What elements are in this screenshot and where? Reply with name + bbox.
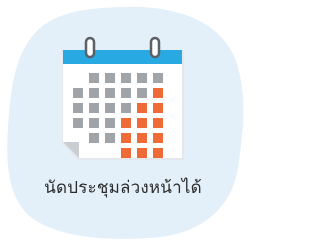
day-cell: [73, 118, 83, 128]
day-cell: [73, 103, 83, 113]
highlighted-day-cell: [153, 88, 163, 98]
day-cell: [153, 73, 163, 83]
highlighted-day-cell: [137, 148, 147, 158]
day-cell: [89, 73, 99, 83]
highlighted-day-cell: [121, 148, 131, 158]
day-cell: [105, 88, 115, 98]
calendar-icon: [62, 36, 184, 160]
day-cell: [89, 88, 99, 98]
highlighted-day-cell: [137, 118, 147, 128]
day-cell: [105, 103, 115, 113]
day-cell: [121, 73, 131, 83]
day-cell: [137, 73, 147, 83]
highlighted-day-cell: [153, 103, 163, 113]
highlighted-day-cell: [121, 133, 131, 143]
highlighted-day-cell: [153, 133, 163, 143]
highlighted-day-cell: [153, 148, 163, 158]
day-cell: [105, 73, 115, 83]
day-cell: [89, 133, 99, 143]
highlighted-day-cell: [137, 103, 147, 113]
feature-caption: นัดประชุมล่วงหน้าได้: [44, 178, 202, 198]
highlighted-day-cell: [153, 118, 163, 128]
day-cell: [121, 88, 131, 98]
day-cell: [121, 103, 131, 113]
day-cell: [89, 118, 99, 128]
highlighted-day-cell: [121, 118, 131, 128]
calendar-feature-tile: นัดประชุมล่วงหน้าได้: [0, 0, 246, 243]
day-cell: [137, 88, 147, 98]
highlighted-day-cell: [137, 133, 147, 143]
day-cell: [73, 88, 83, 98]
day-cell: [89, 103, 99, 113]
day-cell: [105, 133, 115, 143]
day-cell: [105, 118, 115, 128]
